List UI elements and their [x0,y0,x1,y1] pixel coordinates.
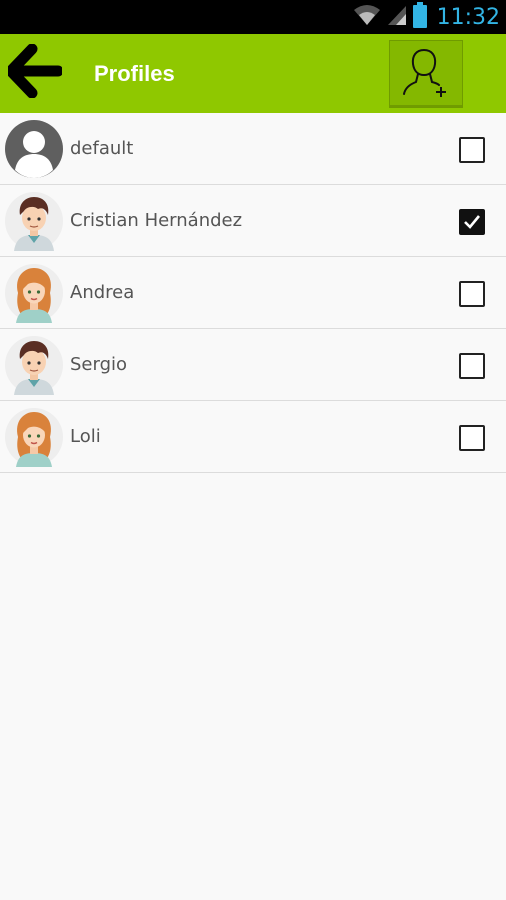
status-bar: 11:32 [0,0,506,34]
wifi-icon [353,4,381,30]
arrow-left-icon [5,43,64,102]
add-profile-button[interactable] [389,40,463,108]
battery-icon [412,2,427,32]
profile-checkbox[interactable] [459,425,485,451]
list-item[interactable]: default [0,113,506,185]
checkmark-icon [461,211,483,233]
profile-name: Loli [70,426,101,447]
profile-list: default Cristian Hernández Andrea Sergio… [0,113,506,473]
list-item[interactable]: Andrea [0,257,506,329]
profile-checkbox[interactable] [459,281,485,307]
boy-avatar-icon [4,335,64,395]
list-item[interactable]: Loli [0,401,506,473]
profile-name: Cristian Hernández [70,210,243,231]
list-item[interactable]: Sergio [0,329,506,401]
profile-name: Andrea [70,282,135,303]
girl-avatar-icon [4,263,64,323]
profile-name: default [70,138,134,159]
signal-icon [387,4,407,30]
profile-checkbox[interactable] [459,353,485,379]
girl-avatar-icon [4,407,64,467]
app-bar: Profiles [0,34,506,113]
status-time: 11:32 [436,4,500,30]
add-user-icon [398,44,454,104]
default-avatar-icon [4,119,64,179]
profile-checkbox[interactable] [459,137,485,163]
boy-avatar-icon [4,191,64,251]
page-title: Profiles [94,60,175,86]
back-button[interactable] [5,43,64,102]
profile-checkbox[interactable] [459,209,485,235]
list-item[interactable]: Cristian Hernández [0,185,506,257]
status-icons: 11:32 [353,0,500,34]
profile-name: Sergio [70,354,128,375]
